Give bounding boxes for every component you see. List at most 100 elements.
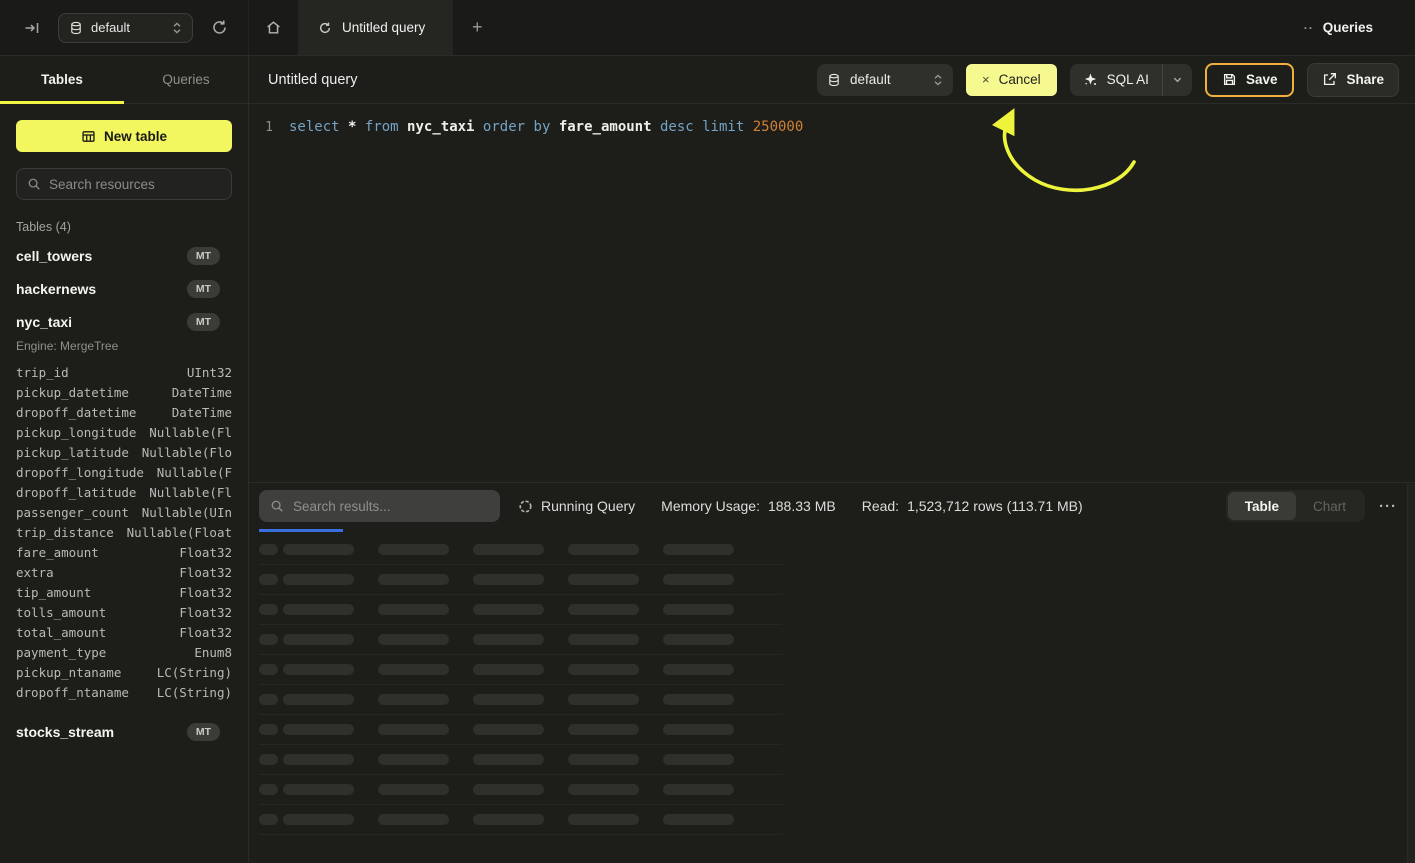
table-row[interactable]: cell_towers MT [16, 239, 232, 272]
table-row[interactable]: stocks_stream MT [16, 715, 232, 748]
sql-token [550, 119, 558, 135]
new-tab-button[interactable]: + [453, 0, 501, 55]
sidebar-tab-queries[interactable]: Queries [124, 56, 248, 103]
sidebar-search[interactable] [16, 168, 232, 200]
new-table-button[interactable]: New table [16, 120, 232, 152]
main-panel: Untitled query default × Cancel [249, 56, 1415, 862]
results-search[interactable] [259, 490, 500, 522]
table-row[interactable]: hackernews MT [16, 272, 232, 305]
skeleton-cell [283, 784, 354, 795]
sql-token [652, 119, 660, 135]
skeleton-cell [259, 754, 278, 765]
skeleton-cell [568, 754, 639, 765]
topbar-database-value: default [91, 20, 130, 35]
column-row: extra Float32 [16, 562, 232, 582]
table-name: nyc_taxi [16, 314, 72, 330]
skeleton-cell [663, 814, 734, 825]
column-name: dropoff_datetime [16, 405, 136, 420]
skeleton-cell [259, 724, 278, 735]
skeleton-cell [378, 814, 449, 825]
sql-ai-main[interactable]: SQL AI [1070, 64, 1162, 96]
skeleton-row [259, 595, 782, 625]
share-button[interactable]: Share [1307, 63, 1399, 97]
sql-ai-label: SQL AI [1107, 72, 1149, 87]
column-type: DateTime [172, 385, 232, 400]
skeleton-cell [473, 814, 544, 825]
read-value: 1,523,712 rows (113.71 MB) [907, 498, 1083, 514]
sql-token: 250000 [753, 119, 804, 135]
chevron-updown-icon [172, 21, 182, 35]
column-name: trip_distance [16, 525, 114, 540]
table-row[interactable]: nyc_taxi MT [16, 305, 232, 338]
column-type: Nullable(Float [127, 525, 232, 540]
column-row: pickup_latitude Nullable(Flo [16, 442, 232, 462]
line-number: 1 [249, 117, 289, 138]
skeleton-cell [663, 634, 734, 645]
collapse-sidebar-button[interactable] [20, 16, 44, 40]
skeleton-cell [378, 754, 449, 765]
scrollbar-track[interactable] [1407, 484, 1415, 863]
tabstrip: Untitled query + [249, 0, 1304, 55]
sql-ai-button[interactable]: SQL AI [1070, 64, 1192, 96]
query-status: Running Query Memory Usage: 188.33 MB Re… [518, 498, 1083, 514]
queries-link[interactable]: ·· Queries [1304, 0, 1415, 55]
column-type: Nullable(Flo [142, 445, 232, 460]
column-row: dropoff_longitude Nullable(F [16, 462, 232, 482]
ellipsis-icon: ··· [1379, 498, 1397, 515]
column-row: dropoff_latitude Nullable(Fl [16, 482, 232, 502]
skeleton-row [259, 805, 782, 835]
toggle-chart[interactable]: Chart [1296, 492, 1363, 520]
skeleton-cell [568, 544, 639, 555]
column-type: Float32 [179, 605, 232, 620]
queries-icon: ·· [1304, 21, 1314, 35]
results-panel: Running Query Memory Usage: 188.33 MB Re… [249, 482, 1415, 862]
save-label: Save [1246, 72, 1278, 87]
column-type: Float32 [179, 545, 232, 560]
skeleton-cell [283, 754, 354, 765]
skeleton-cell [259, 634, 278, 645]
column-type: LC(String) [157, 665, 232, 680]
skeleton-cell [283, 664, 354, 675]
sql-editor[interactable]: 1 select * from nyc_taxi order by fare_a… [249, 104, 1415, 482]
more-options-button[interactable]: ··· [1379, 498, 1397, 515]
sql-token [525, 119, 533, 135]
new-table-label: New table [104, 129, 167, 144]
skeleton-cell [259, 604, 278, 615]
column-row: trip_id UInt32 [16, 362, 232, 382]
skeleton-cell [568, 664, 639, 675]
topbar-database-selector[interactable]: default [58, 13, 193, 43]
skeleton-row [259, 625, 782, 655]
table-grid-icon [81, 129, 96, 144]
cancel-button[interactable]: × Cancel [966, 64, 1057, 96]
tab-untitled-query[interactable]: Untitled query [298, 0, 453, 55]
skeleton-row [259, 685, 782, 715]
sidebar: Tables Queries New table Tables (4) cell… [0, 56, 249, 862]
skeleton-cell [283, 694, 354, 705]
save-button[interactable]: Save [1205, 63, 1295, 97]
results-skeleton [249, 532, 1415, 862]
query-database-selector[interactable]: default [817, 64, 953, 96]
column-type: Nullable(UIn [142, 505, 232, 520]
query-progress [249, 529, 1415, 532]
column-row: pickup_ntaname LC(String) [16, 662, 232, 682]
column-row: trip_distance Nullable(Float [16, 522, 232, 542]
sidebar-search-input[interactable] [49, 177, 221, 192]
skeleton-cell [663, 604, 734, 615]
refresh-button[interactable] [207, 15, 232, 40]
sql-token: select [289, 119, 340, 135]
sql-line-1[interactable]: 1 select * from nyc_taxi order by fare_a… [249, 117, 1415, 138]
skeleton-cell [663, 694, 734, 705]
sql-token [356, 119, 364, 135]
skeleton-cell [473, 754, 544, 765]
table-list-item: hackernews MT [16, 272, 232, 305]
column-name: dropoff_latitude [16, 485, 136, 500]
results-search-input[interactable] [293, 499, 489, 514]
sql-ai-dropdown[interactable] [1162, 64, 1192, 96]
column-type: Nullable(F [157, 465, 232, 480]
home-tab-button[interactable] [249, 0, 298, 55]
sidebar-tab-tables[interactable]: Tables [0, 56, 124, 103]
sql-token [744, 119, 752, 135]
skeleton-cell [283, 604, 354, 615]
toggle-table[interactable]: Table [1228, 492, 1296, 520]
column-row: pickup_longitude Nullable(Fl [16, 422, 232, 442]
